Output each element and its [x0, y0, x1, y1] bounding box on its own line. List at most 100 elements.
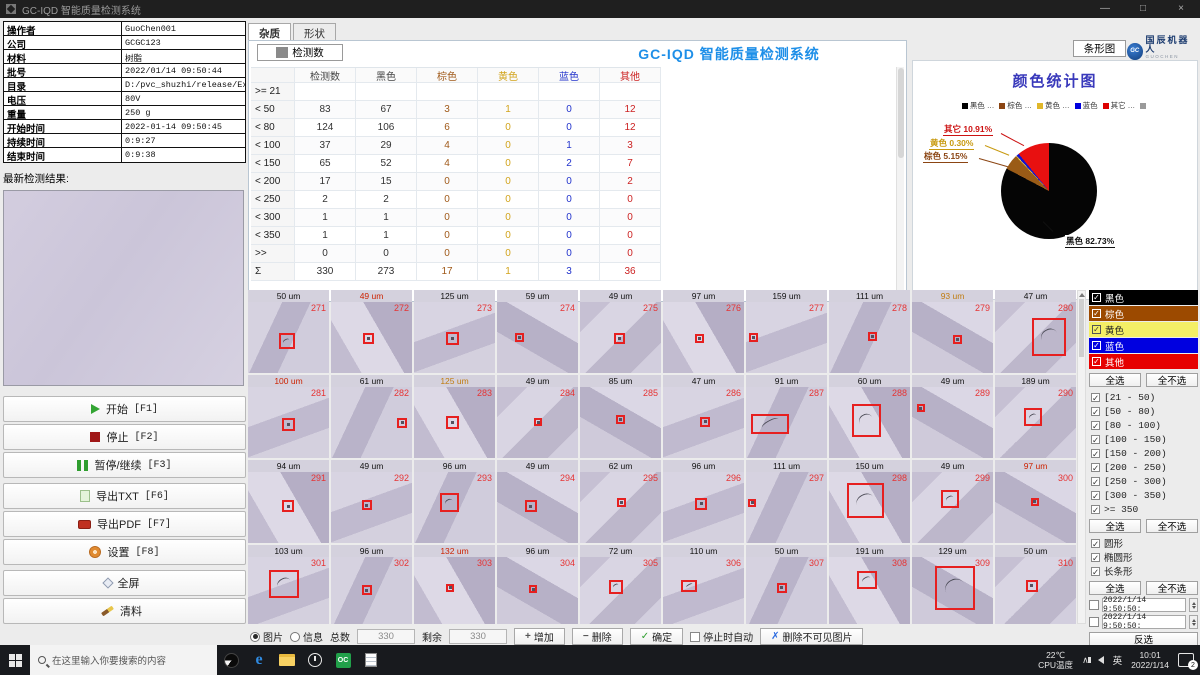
scroll-up-icon[interactable] [1079, 293, 1085, 297]
detect-count-toggle[interactable]: 检测数 [257, 44, 343, 61]
defect-thumbnail[interactable]: 96 um 302 [331, 545, 412, 624]
confirm-button[interactable]: ✓ 确定 [630, 628, 683, 645]
shapes-select-all-button[interactable]: 全选 [1089, 581, 1141, 595]
size-filter-row[interactable]: ✓ [100 - 150) [1089, 432, 1198, 446]
remain-input[interactable] [449, 629, 507, 644]
maximize-button[interactable]: □ [1124, 0, 1162, 18]
size-filter-row[interactable]: ✓ [200 - 250) [1089, 460, 1198, 474]
defect-thumbnail[interactable]: 103 um 301 [248, 545, 329, 624]
size-filter-row[interactable]: ✓ [21 - 50) [1089, 390, 1198, 404]
colors-select-all-button[interactable]: 全选 [1089, 373, 1141, 387]
action-button[interactable]: 开始 [F1] [3, 396, 246, 422]
defect-thumbnail[interactable]: 93 um 279 [912, 290, 993, 373]
color-filter-row[interactable]: ✓ 棕色 [1089, 306, 1198, 321]
bar-chart-button[interactable]: 条形图 [1073, 40, 1126, 57]
notification-icon[interactable]: 2 [1178, 653, 1194, 667]
shape-filter-row[interactable]: ✓ 圆形 [1089, 536, 1198, 550]
defect-thumbnail[interactable]: 49 um 294 [497, 460, 578, 543]
add-button[interactable]: + 增加 [514, 628, 565, 645]
defect-thumbnail[interactable]: 191 um 308 [829, 545, 910, 624]
defect-thumbnail[interactable]: 97 um 300 [995, 460, 1076, 543]
shape-filter-row[interactable]: ✓ 长条形 [1089, 564, 1198, 578]
defect-thumbnail[interactable]: 50 um 271 [248, 290, 329, 373]
clock-datetime[interactable]: 10:01 2022/1/14 [1131, 650, 1169, 670]
defect-thumbnail[interactable]: 96 um 296 [663, 460, 744, 543]
defect-thumbnail[interactable]: 159 um 277 [746, 290, 827, 373]
language-indicator[interactable]: 英 [1113, 653, 1123, 667]
delete-button[interactable]: − 删除 [572, 628, 623, 645]
defect-thumbnail[interactable]: 111 um 278 [829, 290, 910, 373]
grid-scrollbar[interactable] [1077, 290, 1086, 624]
defect-thumbnail[interactable]: 110 um 306 [663, 545, 744, 624]
defect-thumbnail[interactable]: 47 um 280 [995, 290, 1076, 373]
taskbar-search[interactable]: 在这里输入你要搜索的内容 [30, 645, 217, 675]
defect-thumbnail[interactable]: 49 um 275 [580, 290, 661, 373]
color-filter-row[interactable]: ✓ 黄色 [1089, 322, 1198, 337]
defect-thumbnail[interactable]: 50 um 310 [995, 545, 1076, 624]
defect-thumbnail[interactable]: 91 um 287 [746, 375, 827, 458]
size-filter-row[interactable]: ✓ >= 350 [1089, 502, 1198, 516]
action-button[interactable]: 清料 [3, 598, 246, 624]
color-filter-row[interactable]: ✓ 黑色 [1089, 290, 1198, 305]
taskbar-explorer[interactable] [273, 645, 301, 675]
sizes-select-none-button[interactable]: 全不选 [1146, 519, 1198, 533]
table-scrollbar[interactable] [896, 67, 904, 295]
date-from-input[interactable]: 2022/1/14 9:50:50: [1102, 598, 1186, 612]
date-from-checkbox[interactable] [1089, 600, 1099, 610]
total-input[interactable] [357, 629, 415, 644]
defect-thumbnail[interactable]: 94 um 291 [248, 460, 329, 543]
defect-thumbnail[interactable]: 72 um 305 [580, 545, 661, 624]
date-to-input[interactable]: 2022/1/14 9:50:50: [1102, 615, 1186, 629]
size-filter-row[interactable]: ✓ [80 - 100) [1089, 418, 1198, 432]
action-button[interactable]: 导出PDF [F7] [3, 511, 246, 537]
radio-info-mode[interactable]: 信息 [290, 629, 323, 644]
delete-invisible-button[interactable]: ✗ 删除不可见图片 [760, 628, 863, 645]
shapes-select-none-button[interactable]: 全不选 [1146, 581, 1198, 595]
defect-thumbnail[interactable]: 96 um 304 [497, 545, 578, 624]
color-filter-row[interactable]: ✓ 蓝色 [1089, 338, 1198, 353]
action-button[interactable]: 停止 [F2] [3, 424, 246, 450]
date-to-checkbox[interactable] [1089, 617, 1099, 627]
size-filter-row[interactable]: ✓ [150 - 200) [1089, 446, 1198, 460]
tab[interactable]: 杂质 [248, 23, 291, 41]
date-from-spinner[interactable] [1189, 598, 1198, 612]
shape-filter-row[interactable]: ✓ 椭圆形 [1089, 550, 1198, 564]
defect-thumbnail[interactable]: 129 um 309 [912, 545, 993, 624]
defect-thumbnail[interactable]: 150 um 298 [829, 460, 910, 543]
action-button[interactable]: 导出TXT [F6] [3, 483, 246, 509]
taskbar-notepad[interactable] [357, 645, 385, 675]
tab[interactable]: 形状 [293, 23, 336, 41]
invert-selection-button[interactable]: 反选 [1089, 632, 1198, 646]
size-filter-row[interactable]: ✓ [250 - 300) [1089, 474, 1198, 488]
defect-thumbnail[interactable]: 125 um 273 [414, 290, 495, 373]
defect-thumbnail[interactable]: 49 um 292 [331, 460, 412, 543]
action-button[interactable]: 全屏 [3, 570, 246, 596]
scroll-thumb[interactable] [1079, 299, 1084, 357]
size-filter-row[interactable]: ✓ [300 - 350) [1089, 488, 1198, 502]
colors-select-none-button[interactable]: 全不选 [1146, 373, 1198, 387]
defect-thumbnail[interactable]: 111 um 297 [746, 460, 827, 543]
size-filter-row[interactable]: ✓ [50 - 80) [1089, 404, 1198, 418]
defect-thumbnail[interactable]: 85 um 285 [580, 375, 661, 458]
radio-image-mode[interactable]: 图片 [250, 629, 283, 644]
start-button[interactable] [0, 645, 30, 675]
defect-thumbnail[interactable]: 189 um 290 [995, 375, 1076, 458]
defect-thumbnail[interactable]: 49 um 284 [497, 375, 578, 458]
defect-thumbnail[interactable]: 59 um 274 [497, 290, 578, 373]
volume-icon[interactable] [1098, 656, 1104, 664]
taskbar-app-dark[interactable] [217, 645, 245, 675]
action-button[interactable]: 暂停/继续 [F3] [3, 452, 246, 478]
defect-thumbnail[interactable]: 60 um 288 [829, 375, 910, 458]
defect-thumbnail[interactable]: 49 um 289 [912, 375, 993, 458]
defect-thumbnail[interactable]: 50 um 307 [746, 545, 827, 624]
close-button[interactable]: × [1162, 0, 1200, 18]
taskbar-edge[interactable]: e [245, 645, 273, 675]
date-to-spinner[interactable] [1189, 615, 1198, 629]
color-filter-row[interactable]: ✓ 其他 [1089, 354, 1198, 369]
defect-thumbnail[interactable]: 47 um 286 [663, 375, 744, 458]
defect-thumbnail[interactable]: 125 um 283 [414, 375, 495, 458]
minimize-button[interactable]: — [1086, 0, 1124, 18]
auto-on-stop-checkbox[interactable]: 停止时自动 [690, 629, 753, 644]
defect-thumbnail[interactable]: 100 um 281 [248, 375, 329, 458]
defect-thumbnail[interactable]: 49 um 272 [331, 290, 412, 373]
